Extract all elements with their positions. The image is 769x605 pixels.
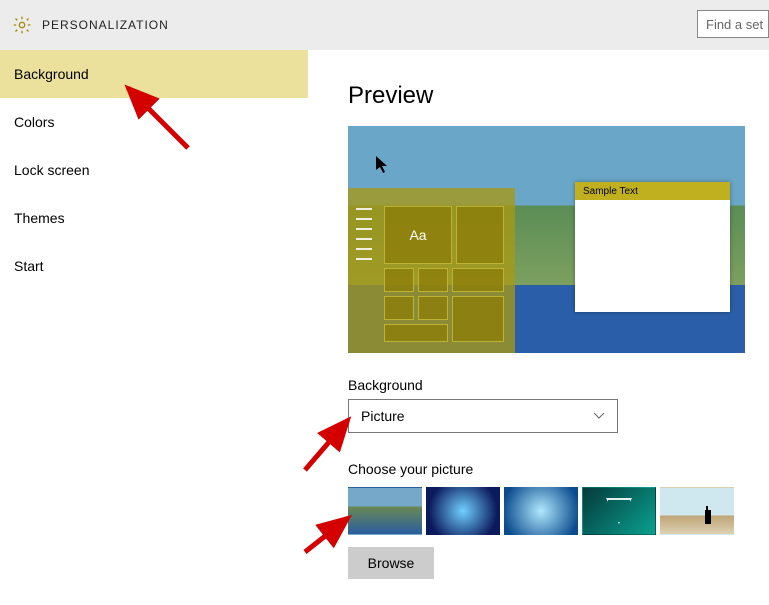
header: PERSONALIZATION Find a set [0, 0, 769, 50]
preview-tile [384, 324, 448, 342]
preview-title: Preview [348, 82, 769, 110]
preview-start-tiles: Aa [380, 188, 515, 353]
sidebar-item-label: Themes [14, 210, 65, 226]
preview-window-titlebar: Sample Text [575, 182, 730, 200]
preview-tile [384, 268, 414, 292]
choose-picture-label: Choose your picture [348, 461, 769, 477]
preview-tile [456, 206, 504, 264]
thumbnail-wallpaper-1[interactable] [348, 487, 422, 535]
sidebar-item-lock-screen[interactable]: Lock screen [0, 146, 308, 194]
browse-button[interactable]: Browse [348, 547, 434, 579]
thumbnail-wallpaper-4[interactable] [582, 487, 656, 535]
gear-icon [12, 15, 32, 35]
header-title: PERSONALIZATION [42, 18, 169, 32]
preview-start-menu: Aa [348, 188, 515, 353]
sidebar-item-start[interactable]: Start [0, 242, 308, 290]
thumbnail-wallpaper-3[interactable] [504, 487, 578, 535]
background-dropdown-value: Picture [361, 408, 405, 424]
thumbnail-wallpaper-5[interactable] [660, 487, 734, 535]
browse-button-label: Browse [368, 555, 415, 571]
picture-thumbnails [348, 487, 769, 535]
background-dropdown[interactable]: Picture [348, 399, 618, 433]
preview-tile [452, 296, 504, 342]
preview-tile [418, 296, 448, 320]
search-input[interactable]: Find a set [697, 10, 769, 38]
thumbnail-wallpaper-2[interactable] [426, 487, 500, 535]
cursor-icon [376, 156, 390, 179]
preview-window: Sample Text [575, 182, 730, 312]
sidebar: Background Colors Lock screen Themes Sta… [0, 50, 308, 605]
preview-tile [418, 268, 448, 292]
main-content: Preview Aa Sample Text [348, 50, 769, 605]
sidebar-item-label: Start [14, 258, 44, 274]
preview-tile-text: Aa [409, 227, 426, 243]
preview-image: Aa Sample Text [348, 126, 745, 353]
preview-tile [452, 268, 504, 292]
preview-tile-aa: Aa [384, 206, 452, 264]
sidebar-item-label: Background [14, 66, 89, 82]
sidebar-item-colors[interactable]: Colors [0, 98, 308, 146]
preview-window-title: Sample Text [583, 186, 638, 197]
preview-start-rail [348, 188, 380, 353]
background-label: Background [348, 377, 769, 393]
sidebar-item-label: Lock screen [14, 162, 89, 178]
sidebar-item-background[interactable]: Background [0, 50, 308, 98]
sidebar-item-label: Colors [14, 114, 54, 130]
preview-tile [384, 296, 414, 320]
chevron-down-icon [593, 408, 605, 424]
sidebar-item-themes[interactable]: Themes [0, 194, 308, 242]
